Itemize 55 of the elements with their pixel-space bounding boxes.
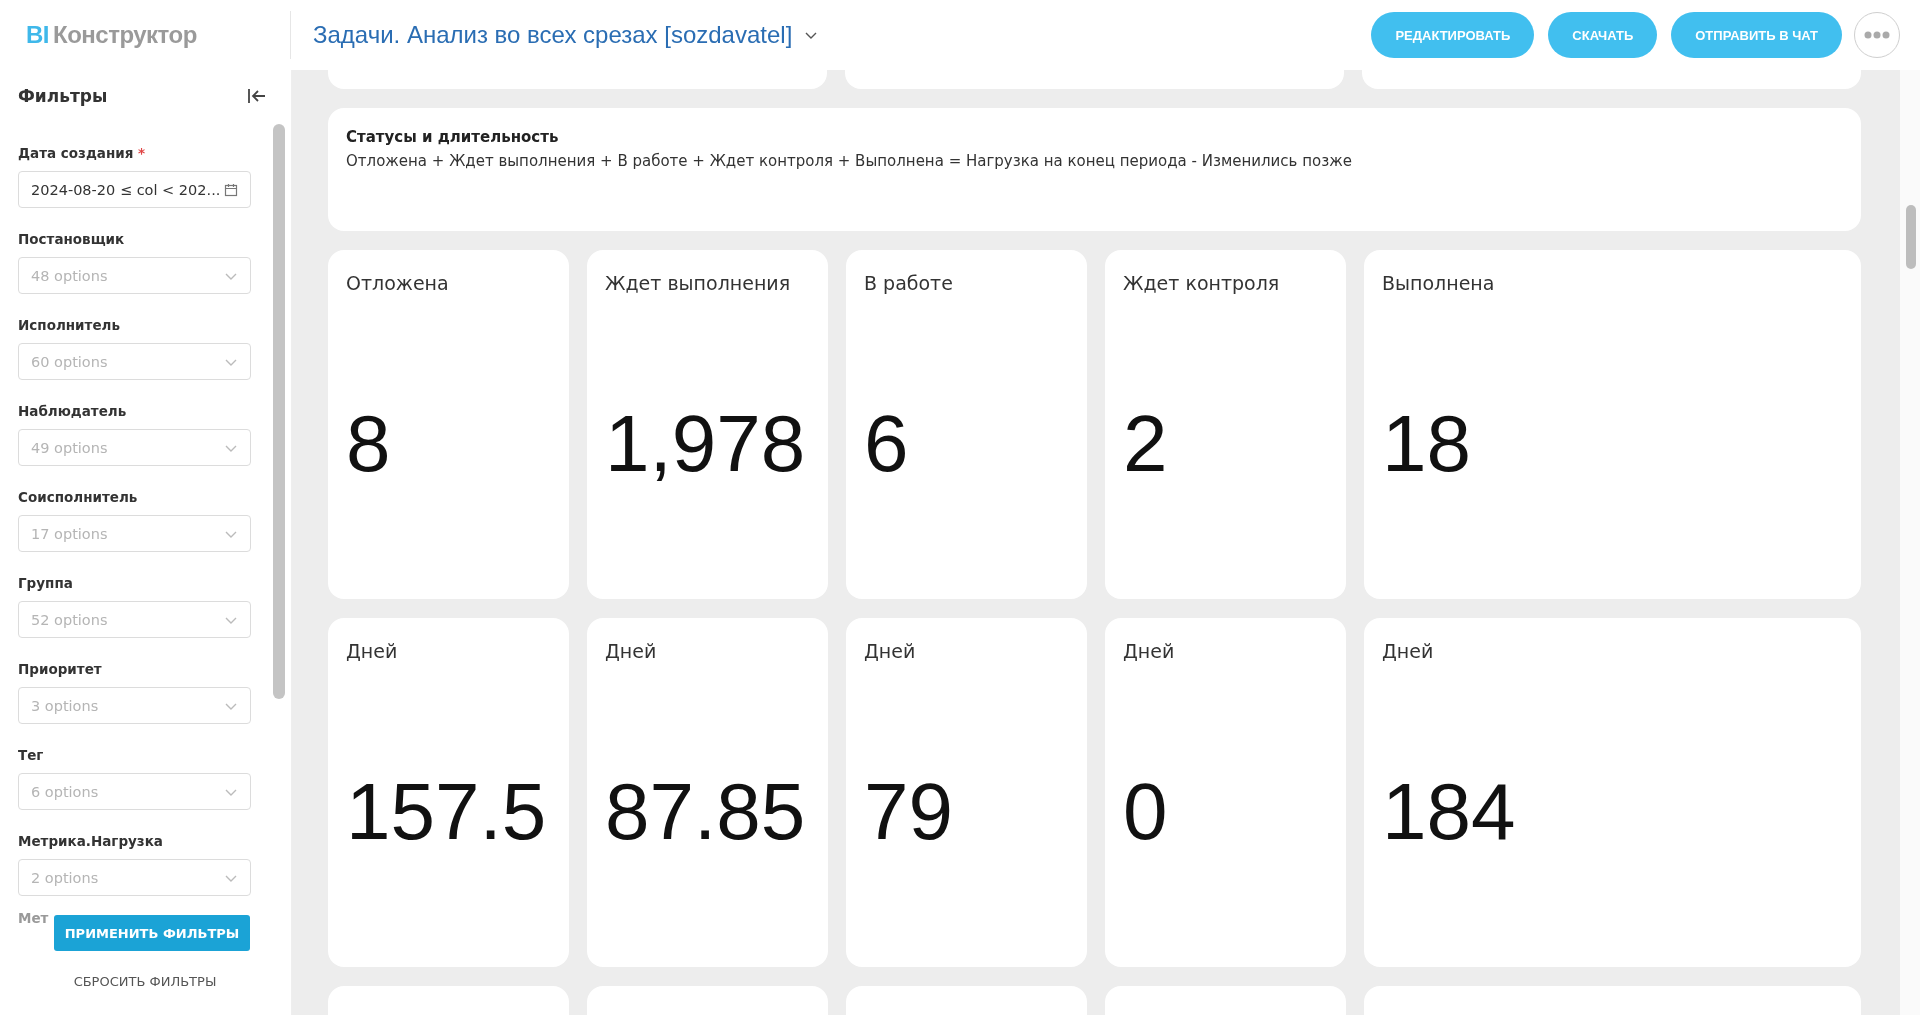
metric-value: 184: [1382, 765, 1517, 858]
metric-value: 0: [1123, 765, 1169, 858]
scrollbar-thumb[interactable]: [273, 124, 285, 699]
reset-filters-button[interactable]: СБРОСИТЬ ФИЛЬТРЫ: [47, 963, 243, 999]
metric-value: 1,978: [605, 398, 807, 491]
scrollbar-thumb[interactable]: [1906, 205, 1916, 269]
metric-label: Дней: [864, 639, 917, 662]
filter-label: Соисполнитель: [18, 489, 139, 505]
header-action-button[interactable]: ОТПРАВИТЬ В ЧАТ: [1671, 12, 1842, 58]
metric-label: В работе: [864, 272, 954, 295]
metric-label: Ждет контроля: [1123, 272, 1281, 295]
metric-value: 87.85: [605, 765, 807, 858]
select-field[interactable]: 2 options: [18, 859, 251, 896]
filter-label: Приоритет: [18, 661, 103, 677]
metric-value: 79: [864, 765, 954, 858]
apply-filters-button[interactable]: ПРИМЕНИТЬ ФИЛЬТРЫ: [54, 915, 250, 951]
filter-label: Наблюдатель: [18, 403, 128, 419]
filter-label: Дата создания *: [18, 145, 147, 161]
metric-value: 6: [864, 398, 910, 491]
more-button[interactable]: [1854, 12, 1900, 58]
date-range-field[interactable]: 2024-08-20 ≤ col < 202...: [18, 171, 251, 208]
metric-label: Отложена: [346, 272, 450, 295]
select-field[interactable]: 60 options: [18, 343, 251, 380]
filter-label: Тег: [18, 747, 45, 763]
select-field[interactable]: 49 options: [18, 429, 251, 466]
metric-value: 157.5: [346, 765, 548, 858]
filters-title: Фильтры: [18, 86, 108, 106]
more-icon: [1864, 31, 1890, 39]
select-field[interactable]: 3 options: [18, 687, 251, 724]
select-field[interactable]: 52 options: [18, 601, 251, 638]
select-field[interactable]: 48 options: [18, 257, 251, 294]
metric-label: Дней: [1123, 639, 1176, 662]
filter-label: Группа: [18, 575, 74, 591]
metric-value: 8: [346, 398, 392, 491]
metric-label: Дней: [1382, 639, 1435, 662]
header-action-button[interactable]: РЕДАКТИРОВАТЬ: [1371, 12, 1535, 58]
filter-label: Метрика.Нагрузка: [18, 833, 164, 849]
metric-value: 2: [1123, 398, 1169, 491]
metric-label: Ждет выполнения: [605, 272, 792, 295]
select-field[interactable]: 17 options: [18, 515, 251, 552]
calendar-icon: [224, 182, 238, 197]
collapse-icon[interactable]: [247, 87, 267, 105]
header-action-button[interactable]: СКАЧАТЬ: [1548, 12, 1658, 58]
card-text: Отложена + Ждет выполнения + В работе + Ждет контроля + Выполнена = Нагрузка на конец периода - Изменились позже: [346, 152, 1353, 171]
metric-label: Выполнена: [1382, 272, 1496, 295]
metric-label: Дней: [346, 639, 399, 662]
metric-label: Дней: [605, 639, 658, 662]
filter-label: Мет: [18, 910, 49, 926]
filter-label: Исполнитель: [18, 317, 121, 333]
filter-label: Постановщик: [18, 231, 126, 247]
app-logo[interactable]: BI Конструктор: [26, 21, 290, 49]
select-field[interactable]: 6 options: [18, 773, 251, 810]
card-title: Статусы и длительность: [346, 128, 560, 147]
metric-value: 18: [1382, 398, 1472, 491]
dashboard-title[interactable]: Задачи. Анализ во всех срезах [sozdavatel]: [313, 21, 819, 49]
